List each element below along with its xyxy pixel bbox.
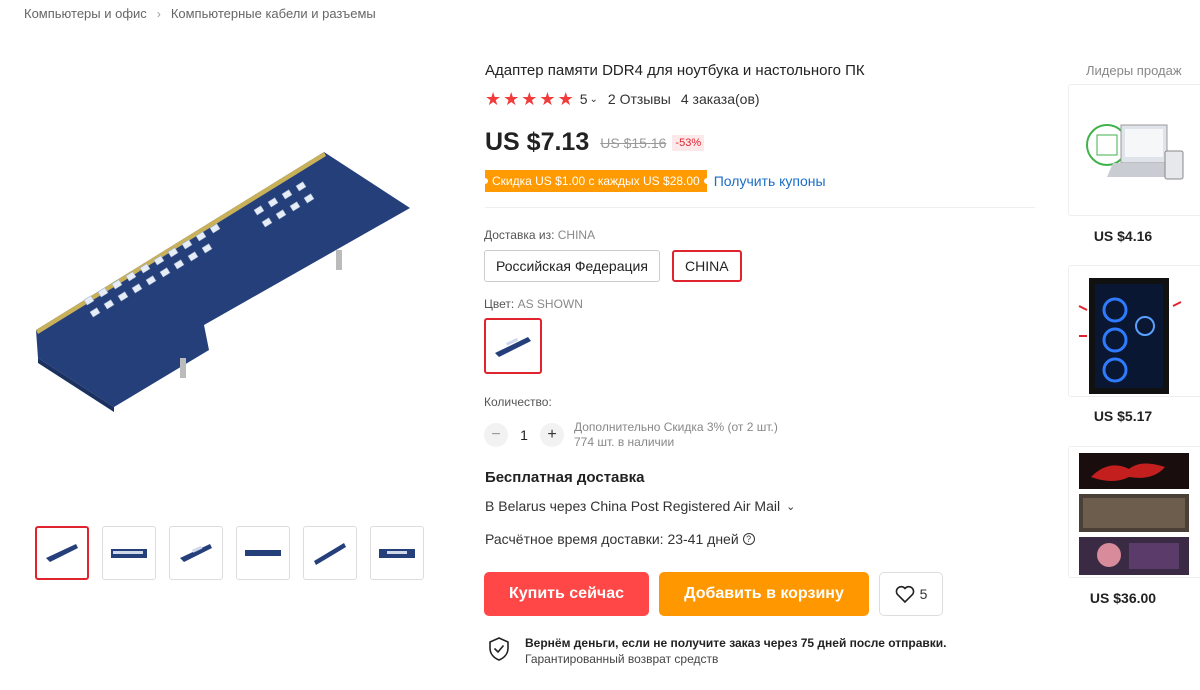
- ship-from-option-russia[interactable]: Российская Федерация: [484, 250, 660, 282]
- rating-value[interactable]: 5: [580, 91, 588, 107]
- reviews-link[interactable]: 2 Отзывы: [608, 91, 671, 107]
- star-icon: ★: [539, 89, 556, 109]
- wishlist-button[interactable]: 5: [879, 572, 943, 616]
- wishlist-count: 5: [919, 586, 928, 602]
- chevron-down-icon[interactable]: ⌄: [590, 94, 598, 105]
- coupon-badge[interactable]: Скидка US $1.00 с каждых US $28.00: [482, 170, 710, 192]
- star-icon: ★: [503, 89, 520, 109]
- stock-count: 774 шт. в наличии: [574, 435, 675, 449]
- top-seller-item-2[interactable]: [1068, 265, 1200, 397]
- product-main-image[interactable]: [24, 100, 424, 430]
- thumbnail-6[interactable]: [370, 526, 424, 580]
- get-coupons-link[interactable]: Получить купоны: [714, 173, 826, 189]
- discount-badge: -53%: [672, 134, 705, 151]
- breadcrumb-item-computers[interactable]: Компьютеры и офис: [24, 6, 147, 21]
- price-row: US $7.13 US $15.16 -53%: [485, 128, 705, 157]
- color-value: AS SHOWN: [517, 297, 583, 311]
- quantity-info: Дополнительно Скидка 3% (от 2 шт.) 774 ш…: [574, 420, 778, 450]
- top-seller-item-1[interactable]: [1068, 84, 1200, 216]
- guarantee-line-1: Вернём деньги, если не получите заказ че…: [525, 636, 947, 650]
- ship-from-option-china[interactable]: CHINA: [672, 250, 742, 282]
- quantity-plus-button[interactable]: +: [540, 423, 564, 447]
- help-icon[interactable]: ?: [742, 533, 755, 545]
- guarantee-line-2: Гарантированный возврат средств: [525, 652, 719, 666]
- product-image: [1079, 453, 1189, 575]
- product-image: [1078, 278, 1182, 394]
- delivery-time: Расчётное время доставки: 23-41 дней ?: [485, 531, 755, 547]
- top-sellers-title: Лидеры продаж: [1086, 63, 1182, 78]
- rating-stars: ★ ★ ★ ★ ★: [485, 90, 574, 108]
- shipping-method-selector[interactable]: В Belarus через China Post Registered Ai…: [485, 498, 795, 514]
- thumbnail-2[interactable]: [102, 526, 156, 580]
- color-option-as-shown[interactable]: [484, 318, 542, 374]
- ship-from-label-text: Доставка из:: [484, 228, 555, 242]
- star-icon: ★: [557, 89, 574, 109]
- current-price: US $7.13: [485, 128, 590, 156]
- top-seller-price-3: US $36.00: [1089, 590, 1157, 606]
- buy-now-button[interactable]: Купить сейчас: [484, 572, 649, 616]
- star-icon: ★: [521, 89, 538, 109]
- shipping-method-text: В Belarus через China Post Registered Ai…: [485, 498, 781, 514]
- add-to-cart-button[interactable]: Добавить в корзину: [659, 572, 869, 616]
- ship-from-value: CHINA: [557, 228, 596, 242]
- color-label: Цвет: AS SHOWN: [484, 297, 583, 311]
- top-seller-price-2: US $5.17: [1093, 408, 1153, 424]
- divider: [485, 207, 1035, 208]
- rating-row: ★ ★ ★ ★ ★ 5 ⌄ 2 Отзывы 4 заказа(ов): [485, 90, 760, 108]
- heart-icon: [895, 585, 914, 603]
- quantity-discount-note: Дополнительно Скидка 3% (от 2 шт.): [574, 420, 778, 434]
- quantity-label: Количество:: [484, 395, 552, 409]
- guarantee-text: Вернём деньги, если не получите заказ че…: [525, 636, 947, 666]
- thumbnail-4[interactable]: [236, 526, 290, 580]
- thumbnail-1[interactable]: [35, 526, 89, 580]
- ship-from-label: Доставка из: CHINA: [484, 228, 595, 242]
- top-seller-item-3[interactable]: [1068, 446, 1200, 578]
- thumbnail-strip: [35, 526, 424, 580]
- shield-check-icon: [489, 637, 509, 661]
- thumbnail-5[interactable]: [303, 526, 357, 580]
- chevron-down-icon: ⌄: [786, 500, 796, 513]
- coupon-row: Скидка US $1.00 с каждых US $28.00 Получ…: [482, 170, 826, 192]
- thumbnail-3[interactable]: [169, 526, 223, 580]
- delivery-time-text: Расчётное время доставки: 23-41 дней: [485, 531, 739, 547]
- quantity-minus-button[interactable]: −: [484, 423, 508, 447]
- breadcrumb: Компьютеры и офис › Компьютерные кабели …: [24, 6, 376, 21]
- quantity-input[interactable]: 1: [508, 427, 540, 443]
- product-image: [1086, 124, 1184, 180]
- product-title: Адаптер памяти DDR4 для ноутбука и насто…: [485, 62, 865, 79]
- orders-count: 4 заказа(ов): [680, 91, 760, 107]
- shipping-title: Бесплатная доставка: [485, 469, 645, 486]
- breadcrumb-item-cables[interactable]: Компьютерные кабели и разъемы: [171, 6, 376, 21]
- star-icon: ★: [485, 89, 502, 109]
- quantity-stepper: − 1 + Дополнительно Скидка 3% (от 2 шт.)…: [484, 420, 778, 450]
- breadcrumb-separator: ›: [156, 6, 161, 21]
- old-price: US $15.16: [600, 134, 667, 151]
- color-label-text: Цвет:: [484, 297, 515, 311]
- top-seller-price-1: US $4.16: [1093, 228, 1153, 244]
- buyer-protection: Вернём деньги, если не получите заказ че…: [487, 636, 947, 666]
